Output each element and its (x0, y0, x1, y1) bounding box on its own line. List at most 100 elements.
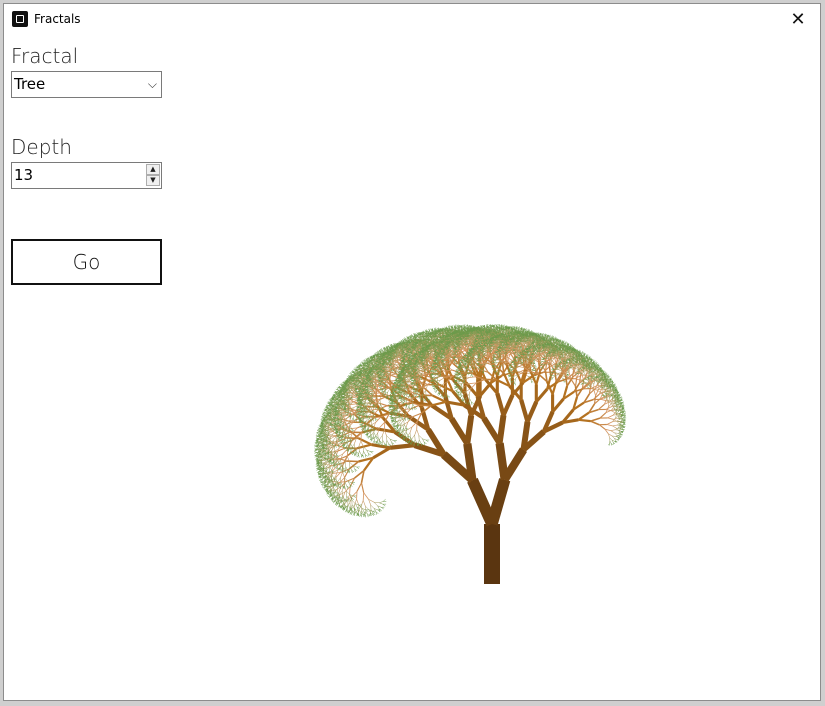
tree-branch (350, 443, 353, 448)
tree-branch (351, 417, 354, 421)
tree-branch (335, 480, 337, 484)
go-button[interactable]: Go (11, 239, 162, 285)
tree-branch (353, 512, 356, 516)
tree-branch (353, 495, 357, 498)
tree-branch (380, 404, 383, 408)
tree-branch (379, 501, 384, 504)
tree-branch (370, 451, 373, 454)
tree-branch (379, 435, 383, 440)
tree-branch (359, 514, 362, 517)
tree-branch (381, 440, 383, 444)
tree-branch (331, 474, 335, 479)
tree-branch (317, 431, 320, 433)
tree-branch (360, 482, 365, 493)
tree-branch (327, 436, 329, 440)
tree-branch (362, 500, 366, 507)
tree-branch (346, 490, 350, 495)
tree-branch (365, 510, 368, 515)
tree-branch (379, 421, 386, 428)
tree-branch (325, 464, 332, 466)
tree-branch (386, 440, 389, 444)
tree-branch (337, 477, 341, 482)
tree-branch (358, 454, 360, 458)
tree-branch (358, 509, 362, 514)
tree-branch (314, 451, 317, 453)
tree-branch (352, 512, 355, 516)
tree-branch (370, 504, 375, 509)
tree-branch (379, 404, 381, 408)
tree-branch (373, 436, 375, 440)
tree-branch (329, 467, 333, 471)
tree-branch (463, 443, 477, 481)
tree-branch (363, 451, 366, 455)
tree-branch (385, 440, 388, 444)
fractal-select[interactable]: Tree ⌵ (11, 71, 162, 98)
tree-branch (374, 432, 378, 437)
tree-branch (339, 504, 341, 508)
tree-branch (347, 508, 349, 512)
tree-branch (340, 467, 342, 471)
tree-branch (360, 432, 362, 441)
tree-branch (349, 510, 351, 514)
tree-branch (342, 471, 345, 479)
depth-label: Depth (11, 135, 72, 159)
tree-branch (382, 504, 386, 507)
tree-branch (316, 432, 319, 435)
tree-branch (321, 415, 325, 417)
tree-branch (374, 440, 376, 444)
tree-branch (362, 451, 364, 455)
tree-branch (350, 511, 353, 515)
tree-branch (356, 466, 360, 470)
tree-branch (386, 435, 391, 440)
tree-branch (356, 482, 363, 492)
tree-branch (381, 507, 384, 510)
tree-branch (372, 446, 391, 460)
tree-branch (359, 450, 362, 455)
tree-branch (335, 499, 337, 503)
tree-branch (342, 448, 349, 455)
tree-branch (379, 502, 383, 505)
tree-branch (382, 440, 385, 444)
depth-value: 13 (14, 166, 34, 184)
depth-spinner[interactable]: 13 ▲ ▼ (11, 162, 162, 189)
tree-branch (315, 435, 319, 437)
tree-branch (339, 482, 342, 487)
chevron-down-icon: ⌵ (147, 77, 157, 91)
tree-branch (357, 454, 359, 458)
tree-branch (349, 461, 354, 466)
tree-branch (329, 467, 331, 471)
tree-branch (346, 509, 348, 513)
tree-branch (393, 440, 397, 443)
app-window: Fractals ✕ Fractal Tree ⌵ Depth 13 ▲ ▼ G… (3, 3, 821, 701)
spinner-buttons: ▲ ▼ (146, 164, 160, 187)
tree-branch (342, 502, 344, 506)
window-title: Fractals (34, 12, 81, 26)
tree-branch (373, 432, 375, 437)
tree-branch (333, 495, 335, 499)
tree-branch (345, 495, 347, 500)
app-icon (12, 11, 28, 27)
title-bar: Fractals ✕ (4, 4, 820, 34)
decrement-button[interactable]: ▼ (146, 175, 160, 186)
tree-branch (332, 488, 335, 492)
tree-branch (337, 466, 339, 470)
fractal-tree-canvas (314, 323, 627, 584)
tree-branch (362, 492, 365, 501)
tree-branch (373, 432, 377, 437)
increment-button[interactable]: ▲ (146, 164, 160, 175)
tree-branch (358, 440, 362, 447)
tree-branch (372, 440, 375, 443)
tree-branch (336, 502, 338, 506)
tree-branch (336, 484, 339, 488)
tree-branch (365, 506, 370, 510)
tree-branch (355, 453, 357, 457)
tree-branch (353, 452, 355, 456)
close-button[interactable]: ✕ (776, 4, 820, 34)
tree-branch (369, 435, 372, 439)
tree-branch (335, 462, 338, 466)
tree-branch (349, 486, 351, 495)
tree-branch (363, 492, 369, 500)
tree-branch (347, 435, 349, 440)
fractal-label: Fractal (11, 44, 79, 68)
tree-branch (389, 442, 415, 450)
